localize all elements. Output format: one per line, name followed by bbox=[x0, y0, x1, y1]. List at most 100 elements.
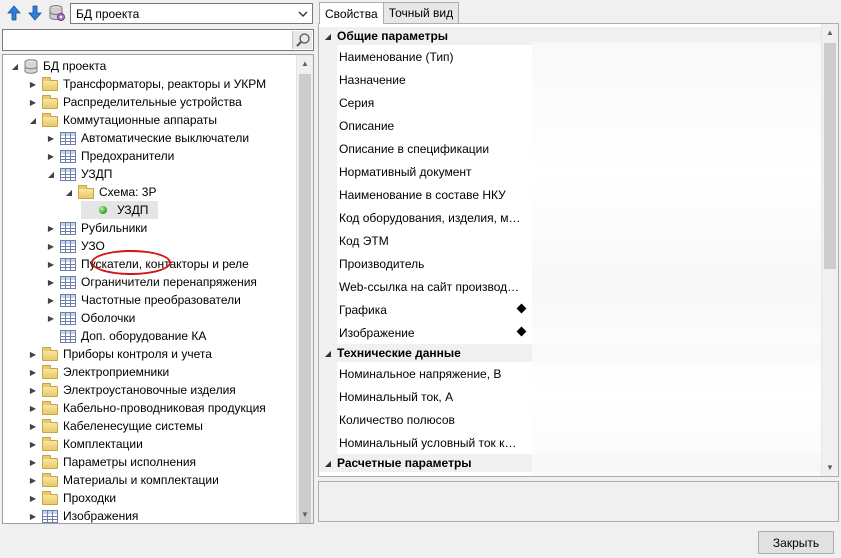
property-gutter bbox=[319, 183, 337, 206]
database-settings-icon[interactable] bbox=[48, 4, 66, 22]
scroll-thumb[interactable] bbox=[299, 74, 311, 523]
tree-item-label: Пускатели, контакторы и реле bbox=[81, 257, 249, 271]
tree-item[interactable]: ▶ Материалы и комплектации bbox=[27, 471, 219, 489]
tree-item[interactable]: ◢ БД проекта bbox=[9, 57, 106, 75]
arrow-down-icon[interactable] bbox=[26, 4, 44, 22]
property-name-cell: Номинальное напряжение, В bbox=[337, 362, 530, 385]
no-expander bbox=[81, 204, 93, 216]
expand-arrow-icon[interactable]: ▶ bbox=[27, 78, 39, 90]
expand-arrow-icon[interactable]: ▶ bbox=[27, 510, 39, 522]
expand-arrow-icon[interactable]: ▶ bbox=[45, 132, 57, 144]
tree-item[interactable]: ▶ Кабельно-проводниковая продукция bbox=[27, 399, 266, 417]
tree-item[interactable]: ▶ Ограничители перенапряжения bbox=[45, 273, 257, 291]
expand-arrow-icon[interactable]: ▶ bbox=[45, 276, 57, 288]
tree-item[interactable]: ▶ УЗО bbox=[45, 237, 105, 255]
expand-arrow-icon[interactable]: ▶ bbox=[27, 438, 39, 450]
tree-item[interactable]: ▶ Рубильники bbox=[45, 219, 147, 237]
tree-item[interactable]: ◢ Коммутационные аппараты bbox=[27, 111, 217, 129]
diamond-icon[interactable] bbox=[516, 303, 527, 314]
table-icon bbox=[60, 329, 76, 343]
collapse-arrow-icon[interactable]: ◢ bbox=[9, 60, 21, 72]
property-scrollbar[interactable]: ▲ ▼ bbox=[821, 24, 838, 476]
tab-properties[interactable]: Свойства bbox=[319, 2, 384, 24]
collapse-arrow-icon[interactable]: ◢ bbox=[319, 32, 337, 41]
tree-item-label: Комплектации bbox=[63, 437, 143, 451]
tree-item[interactable]: ▶ Проходки bbox=[27, 489, 116, 507]
tree-item[interactable]: Доп. оборудование КА bbox=[45, 327, 206, 345]
collapse-arrow-icon[interactable]: ◢ bbox=[27, 114, 39, 126]
tree-item[interactable]: УЗДП bbox=[81, 201, 159, 219]
property-category-title: Расчетные параметры bbox=[337, 456, 472, 470]
tree-item[interactable]: ▶ Электроустановочные изделия bbox=[27, 381, 236, 399]
database-select[interactable]: БД проекта bbox=[70, 3, 313, 24]
property-name: Серия bbox=[339, 95, 375, 110]
tree-item[interactable]: ▶ Автоматические выключатели bbox=[45, 129, 249, 147]
expand-arrow-icon[interactable]: ▶ bbox=[27, 456, 39, 468]
expand-arrow-icon[interactable]: ▶ bbox=[45, 258, 57, 270]
expand-arrow-icon[interactable]: ▶ bbox=[45, 222, 57, 234]
tab-exact-view[interactable]: Точный вид bbox=[382, 2, 460, 23]
expand-arrow-icon[interactable]: ▶ bbox=[27, 474, 39, 486]
tree-scrollbar[interactable]: ▲ ▼ bbox=[296, 55, 313, 523]
tree-item-label: УЗДП bbox=[117, 203, 149, 217]
collapse-arrow-icon[interactable]: ◢ bbox=[319, 459, 337, 468]
property-gutter bbox=[319, 408, 337, 431]
tree-item[interactable]: ▶ Частотные преобразователи bbox=[45, 291, 241, 309]
tree-item[interactable]: ▶ Пускатели, контакторы и реле bbox=[45, 255, 249, 273]
expand-arrow-icon[interactable]: ▶ bbox=[27, 402, 39, 414]
tree-item[interactable]: ▶ Оболочки bbox=[45, 309, 135, 327]
table-icon bbox=[60, 131, 76, 145]
scroll-down-icon[interactable]: ▼ bbox=[297, 506, 313, 523]
scroll-down-icon[interactable]: ▼ bbox=[822, 459, 838, 476]
tree-item-label: Предохранители bbox=[81, 149, 175, 163]
tree-item-label: Проходки bbox=[63, 491, 117, 505]
folder-icon bbox=[42, 94, 58, 109]
tree-item[interactable]: ▶ Предохранители bbox=[45, 147, 174, 165]
scroll-up-icon[interactable]: ▲ bbox=[822, 24, 838, 41]
folder-icon bbox=[42, 418, 58, 433]
database-select-value: БД проекта bbox=[76, 7, 140, 21]
tree-item-label: Коммутационные аппараты bbox=[63, 113, 218, 127]
expand-arrow-icon[interactable]: ▶ bbox=[45, 150, 57, 162]
expand-arrow-icon[interactable]: ▶ bbox=[27, 420, 39, 432]
property-name: Код оборудования, изделия, материала bbox=[339, 210, 522, 225]
folder-icon bbox=[42, 364, 58, 379]
tree-item[interactable]: ▶ Изображения bbox=[27, 507, 139, 523]
property-category-title: Технические данные bbox=[337, 346, 461, 360]
property-name: Наименование в составе НКУ bbox=[339, 187, 506, 202]
expand-arrow-icon[interactable]: ▶ bbox=[27, 366, 39, 378]
expand-arrow-icon[interactable]: ▶ bbox=[27, 96, 39, 108]
tree-item[interactable]: ▶ Электроприемники bbox=[27, 363, 169, 381]
tree-item[interactable]: ◢ Схема: 3P bbox=[63, 183, 156, 201]
collapse-arrow-icon[interactable]: ◢ bbox=[319, 349, 337, 358]
search-button[interactable] bbox=[292, 31, 312, 49]
tree-search-input[interactable] bbox=[5, 31, 291, 49]
arrow-up-icon[interactable] bbox=[5, 4, 23, 22]
property-name: Описание bbox=[339, 118, 395, 133]
scroll-up-icon[interactable]: ▲ bbox=[297, 55, 313, 72]
property-name-cell: Изображение bbox=[337, 321, 530, 344]
scroll-thumb[interactable] bbox=[824, 43, 836, 269]
tree-item[interactable]: ▶ Параметры исполнения bbox=[27, 453, 196, 471]
property-name: Графика bbox=[339, 302, 387, 317]
tree-item[interactable]: ▶ Распределительные устройства bbox=[27, 93, 242, 111]
tree-item[interactable]: ◢ УЗДП bbox=[45, 165, 112, 183]
property-gutter bbox=[319, 298, 337, 321]
collapse-arrow-icon[interactable]: ◢ bbox=[45, 168, 57, 180]
expand-arrow-icon[interactable]: ▶ bbox=[45, 294, 57, 306]
tree-item[interactable]: ▶ Трансформаторы, реакторы и УКРМ bbox=[27, 75, 266, 93]
property-gutter bbox=[319, 321, 337, 344]
expand-arrow-icon[interactable]: ▶ bbox=[27, 348, 39, 360]
expand-arrow-icon[interactable]: ▶ bbox=[27, 384, 39, 396]
tree-item[interactable]: ▶ Кабеленесущие системы bbox=[27, 417, 203, 435]
close-button[interactable]: Закрыть bbox=[758, 531, 834, 554]
folder-icon bbox=[42, 472, 58, 487]
tree-item[interactable]: ▶ Комплектации bbox=[27, 435, 143, 453]
tree-item[interactable]: ▶ Приборы контроля и учета bbox=[27, 345, 212, 363]
diamond-icon[interactable] bbox=[516, 326, 527, 337]
expand-arrow-icon[interactable]: ▶ bbox=[45, 240, 57, 252]
expand-arrow-icon[interactable]: ▶ bbox=[27, 492, 39, 504]
expand-arrow-icon[interactable]: ▶ bbox=[45, 312, 57, 324]
collapse-arrow-icon[interactable]: ◢ bbox=[63, 186, 75, 198]
table-icon bbox=[60, 167, 76, 181]
